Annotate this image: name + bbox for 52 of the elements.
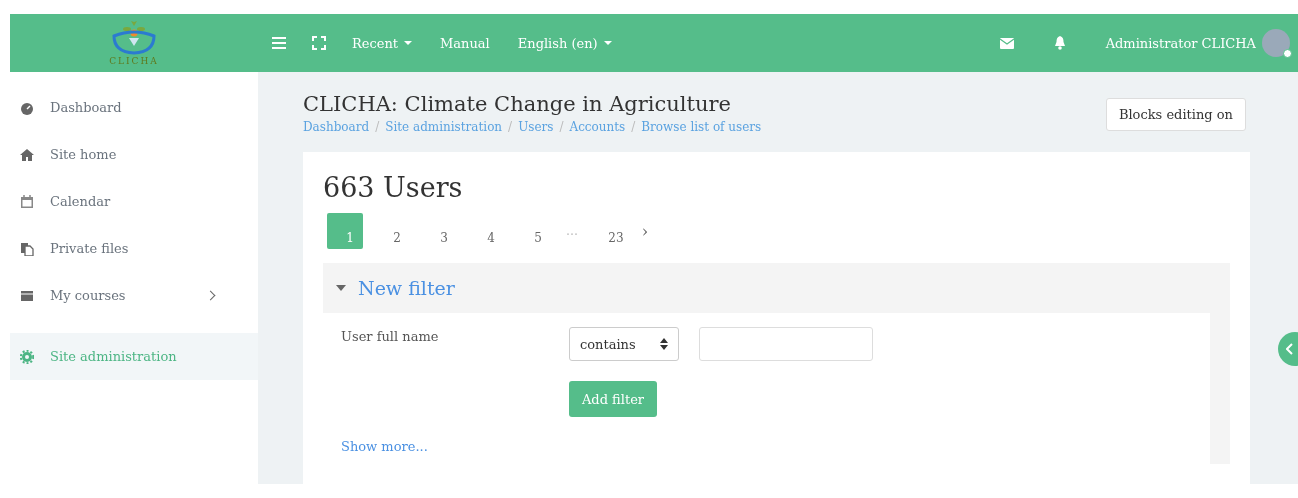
users-heading: 663 Users xyxy=(323,172,464,203)
gauge-icon xyxy=(20,100,34,115)
page-link[interactable]: 1 xyxy=(327,213,363,249)
breadcrumb-separator: / xyxy=(631,120,636,134)
filter-title-link[interactable]: New filter xyxy=(358,277,455,299)
sidebar-item[interactable]: Private files xyxy=(10,225,258,272)
files-icon xyxy=(20,241,34,256)
breadcrumb-separator: / xyxy=(559,120,564,134)
online-dot-icon xyxy=(1283,49,1292,58)
nav-menu-link[interactable]: Recent xyxy=(352,35,413,51)
settings-icon xyxy=(20,349,34,364)
nav-menu-link[interactable]: Manual xyxy=(440,35,490,51)
ellipsis-text: … xyxy=(565,223,579,240)
breadcrumb-link[interactable]: Accounts xyxy=(569,120,626,134)
logo-text: CLICHA xyxy=(109,56,159,66)
home-icon xyxy=(20,147,34,162)
breadcrumb-link[interactable]: Site administration xyxy=(385,120,503,134)
avatar[interactable] xyxy=(1262,29,1290,57)
sidebar-item[interactable]: Calendar xyxy=(10,178,258,225)
page-link[interactable]: 5 xyxy=(515,213,551,249)
name-input-field[interactable] xyxy=(699,327,873,361)
sidebar-item[interactable]: My courses xyxy=(10,272,258,319)
sidebar-item[interactable]: Site administration xyxy=(10,333,258,380)
field-label: User full name xyxy=(341,329,440,346)
page-link[interactable]: 23 xyxy=(593,213,629,249)
add-filter-button[interactable]: Add filter xyxy=(569,381,657,417)
page-link[interactable]: 2 xyxy=(374,213,410,249)
menu-icon[interactable] xyxy=(272,37,286,49)
chevron-left-icon xyxy=(1286,343,1294,355)
archive-icon xyxy=(20,288,34,303)
blocks-editing-button[interactable]: Blocks editing on xyxy=(1105,98,1246,131)
bell-icon[interactable] xyxy=(1053,36,1066,50)
sidebar-item[interactable]: Site home xyxy=(10,131,258,178)
caret-icon[interactable] xyxy=(336,285,346,291)
page-link[interactable]: 3 xyxy=(421,213,457,249)
nav-menu-link[interactable]: English (en) xyxy=(517,35,612,51)
next-page-link[interactable]: › xyxy=(640,213,650,249)
page-link[interactable]: 4 xyxy=(468,213,504,249)
calendar-icon xyxy=(20,194,34,209)
breadcrumb-link[interactable]: Users xyxy=(518,120,554,134)
breadcrumb-link[interactable]: Browse list of users xyxy=(641,120,762,134)
breadcrumb-link[interactable]: Dashboard xyxy=(303,120,370,134)
page-title: CLICHA: Climate Change in Agriculture xyxy=(303,92,732,116)
operator-select[interactable]: contains xyxy=(569,327,679,361)
breadcrumb-separator: / xyxy=(375,120,380,134)
sort-arrows-icon xyxy=(660,338,668,350)
breadcrumb-separator: / xyxy=(508,120,513,134)
fullscreen-icon[interactable] xyxy=(312,36,326,50)
mail-icon[interactable] xyxy=(999,37,1014,49)
show-more-link[interactable]: Show more... xyxy=(341,439,1192,454)
sidebar-item[interactable]: Dashboard xyxy=(10,84,258,131)
user-name[interactable]: Administrator CLICHA xyxy=(1105,35,1256,51)
